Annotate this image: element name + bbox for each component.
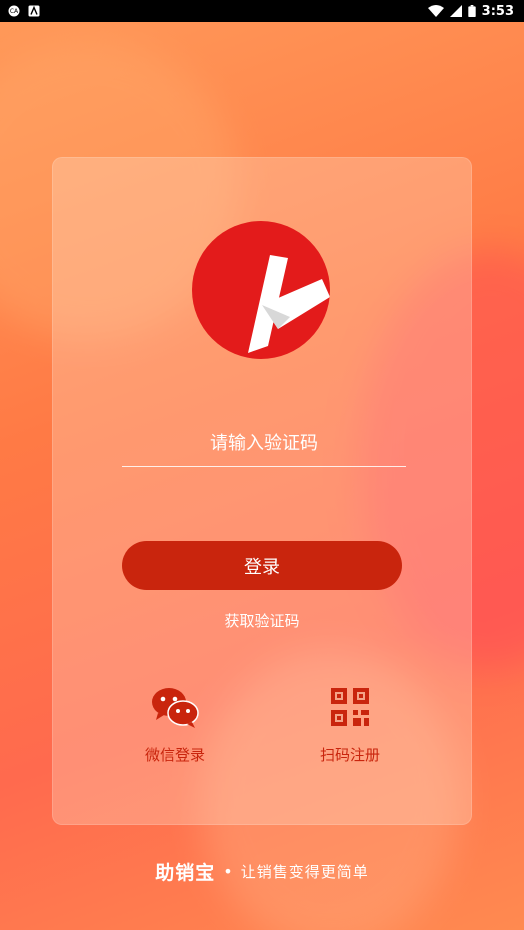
login-button[interactable]: 登录 [122, 541, 402, 590]
scan-register-button[interactable]: 扫码注册 [290, 686, 410, 765]
wechat-login-label: 微信登录 [144, 746, 205, 764]
wifi-icon [427, 5, 444, 17]
ca-notification-icon: CA [8, 5, 20, 17]
footer-separator: • [223, 862, 233, 881]
slogan: 让销售变得更简单 [240, 863, 369, 881]
footer: 助销宝 • 让销售变得更简单 [0, 858, 524, 885]
status-bar: CA 3:53 [0, 0, 524, 22]
login-screen: CA 3:53 登录 获取验证码 [0, 0, 524, 930]
get-code-link[interactable]: 获取验证码 [122, 610, 402, 631]
status-time: 3:53 [481, 3, 514, 19]
wechat-login-button[interactable]: 微信登录 [115, 686, 235, 765]
verification-code-input[interactable] [122, 420, 406, 467]
qr-code-icon [331, 688, 369, 726]
svg-text:CA: CA [10, 8, 19, 15]
scan-register-label: 扫码注册 [319, 746, 380, 764]
a-notification-icon [28, 5, 40, 17]
wechat-icon [152, 688, 199, 728]
k-logo-icon [248, 255, 330, 353]
battery-icon [467, 5, 476, 17]
brand-name: 助销宝 [155, 862, 216, 884]
signal-icon [449, 5, 462, 17]
app-logo [192, 221, 330, 359]
